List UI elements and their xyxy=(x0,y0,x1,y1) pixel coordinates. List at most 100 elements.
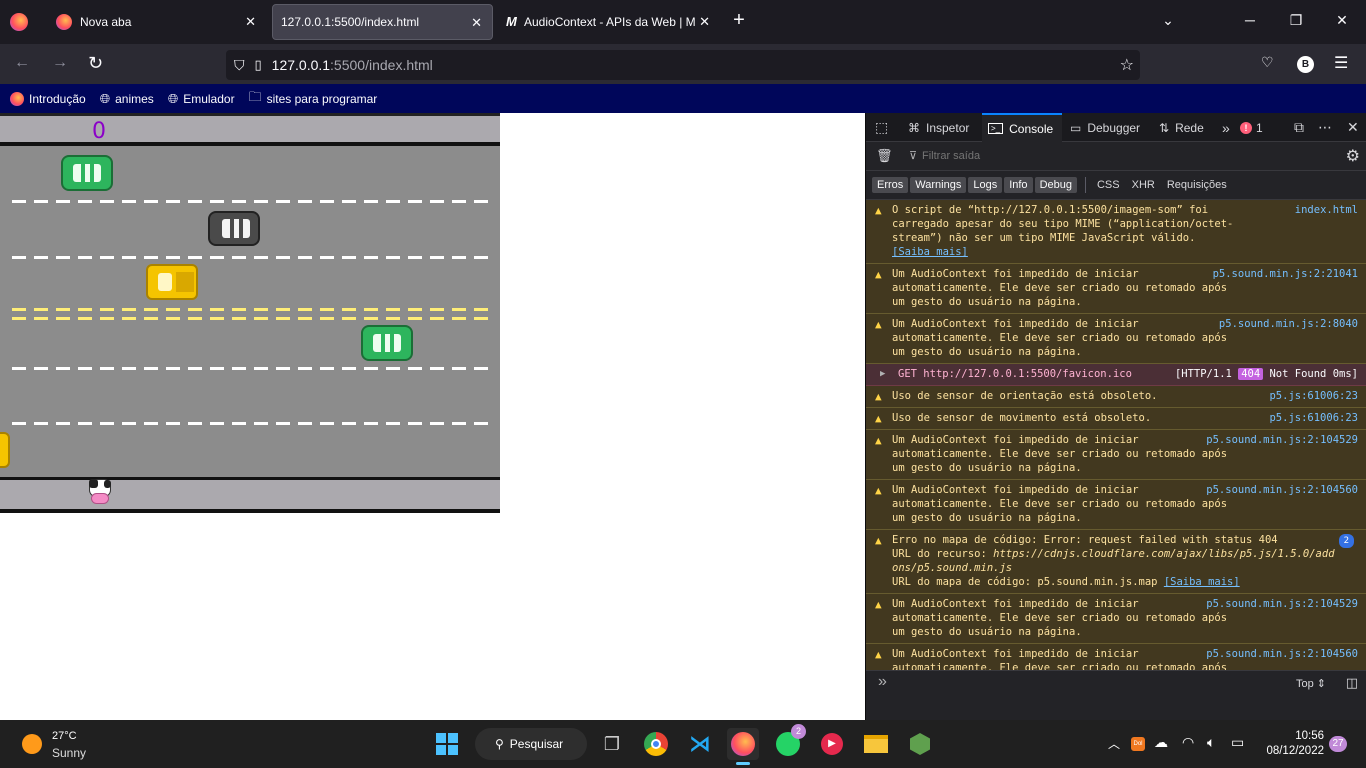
settings-gear-icon[interactable]: ⚙ xyxy=(1346,146,1360,166)
file-explorer-icon[interactable] xyxy=(860,728,892,760)
nodejs-icon[interactable] xyxy=(904,728,936,760)
game-canvas[interactable]: 0 xyxy=(0,113,500,513)
tab-nova-aba[interactable]: Nova aba ✕ xyxy=(44,4,266,40)
more-tabs-icon[interactable]: » xyxy=(1222,113,1230,142)
tab-rede[interactable]: ⇅ Rede xyxy=(1159,113,1204,142)
close-tab-icon[interactable]: ✕ xyxy=(699,14,710,30)
console-warning[interactable]: ▲ Um AudioContext foi impedido de inicia… xyxy=(866,430,1366,480)
trash-icon[interactable]: 🗑︎ xyxy=(876,148,893,164)
wifi-icon[interactable]: ◠ xyxy=(1182,734,1194,751)
bookmark-folder-sites[interactable]: 🗀 sites para programar xyxy=(249,88,378,110)
console-warning[interactable]: ▲ Um AudioContext foi impedido de inicia… xyxy=(866,594,1366,644)
message-source[interactable]: p5.sound.min.js:2:104529 xyxy=(1206,597,1358,611)
volume-icon[interactable]: 🔈︎ xyxy=(1207,734,1215,751)
weather-widget[interactable]: 27°C Sunny xyxy=(20,729,120,761)
filter-requisicoes[interactable]: Requisições xyxy=(1162,177,1232,193)
dock-icon[interactable]: ⧉ xyxy=(1294,113,1304,142)
editor-mode-icon[interactable]: ◫ xyxy=(1346,675,1358,691)
learn-more-link[interactable]: [Saiba mais] xyxy=(892,246,968,258)
filter-debug[interactable]: Debug xyxy=(1034,177,1077,193)
reload-icon[interactable]: ↻ xyxy=(88,53,103,74)
console-warning[interactable]: ▲ Um AudioContext foi impedido de inicia… xyxy=(866,314,1366,364)
task-view-icon[interactable]: ❐ xyxy=(596,728,628,760)
pick-element-icon[interactable]: ⬚ xyxy=(875,119,888,136)
label: URL do recurso: xyxy=(892,548,994,560)
vscode-icon[interactable]: ⋊ xyxy=(684,728,716,760)
forward-arrow-icon[interactable]: → xyxy=(52,54,68,72)
network-request-row[interactable]: ▶ GET http://127.0.0.1:5500/favicon.ico … xyxy=(866,364,1366,386)
close-devtools-icon[interactable]: ✕ xyxy=(1347,113,1359,142)
filter-logs[interactable]: Logs xyxy=(968,177,1003,193)
message-source[interactable]: p5.sound.min.js:2:104560 xyxy=(1206,483,1358,497)
bookmark-emulador[interactable]: 🌐︎ Emulador xyxy=(168,91,235,107)
tab-index-html[interactable]: 127.0.0.1:5500/index.html ✕ xyxy=(272,4,493,40)
whatsapp-icon[interactable]: 2 xyxy=(772,724,806,760)
screen: Nova aba ✕ 127.0.0.1:5500/index.html ✕ M… xyxy=(0,0,1366,768)
bookmark-label: animes xyxy=(115,91,154,106)
learn-more-link[interactable]: [Saiba mais] xyxy=(1164,576,1240,588)
context-selector[interactable]: Top ⇕ xyxy=(1296,677,1326,690)
firefox-icon[interactable] xyxy=(727,728,759,765)
filter-css[interactable]: CSS xyxy=(1092,177,1125,193)
message-source[interactable]: p5.sound.min.js:2:21041 xyxy=(1213,267,1358,281)
chrome-icon[interactable] xyxy=(640,728,672,760)
message-source[interactable]: p5.sound.min.js:2:104560 xyxy=(1206,647,1358,661)
expand-triangle-icon[interactable]: ▶ xyxy=(880,367,885,381)
close-window-button[interactable]: ✕ xyxy=(1332,12,1352,29)
message-source[interactable]: p5.sound.min.js:2:8040 xyxy=(1219,317,1358,331)
filter-info[interactable]: Info xyxy=(1004,177,1033,193)
filter-input[interactable] xyxy=(922,147,1122,165)
page-info-icon[interactable]: ▯ xyxy=(255,57,262,73)
bookmark-star-icon[interactable]: ☆ xyxy=(1120,55,1134,75)
console-warning[interactable]: ▲ Um AudioContext foi impedido de inicia… xyxy=(866,644,1366,670)
clock[interactable]: 10:56 08/12/2022 xyxy=(1262,729,1324,759)
filter-erros[interactable]: Erros xyxy=(872,177,909,193)
notification-badge[interactable]: 27 xyxy=(1329,736,1347,752)
maximize-button[interactable]: ❐ xyxy=(1286,12,1306,29)
close-tab-icon[interactable]: ✕ xyxy=(471,15,482,31)
message-source[interactable]: p5.sound.min.js:2:104529 xyxy=(1206,433,1358,447)
console-sourcemap-warning[interactable]: ▲ Erro no mapa de código: Error: request… xyxy=(866,530,1366,594)
url-bar[interactable]: ⛉ ▯ 127.0.0.1:5500/index.html ☆ xyxy=(226,50,1140,80)
console-input[interactable]: » Top ⇕ ◫ xyxy=(866,670,1366,720)
menu-icon[interactable]: ☰ xyxy=(1334,53,1348,73)
tab-debugger[interactable]: ▭ Debugger xyxy=(1070,113,1140,142)
media-player-icon[interactable]: ▶ xyxy=(816,728,848,760)
pocket-icon[interactable]: ♡ xyxy=(1261,54,1274,71)
search-box[interactable]: ⚲ Pesquisar xyxy=(475,728,587,760)
start-windows-icon[interactable] xyxy=(431,728,463,760)
bookmark-introducao[interactable]: Introdução xyxy=(10,91,86,106)
console-warning[interactable]: ▲ Uso de sensor de movimento está obsole… xyxy=(866,408,1366,430)
filter-xhr[interactable]: XHR xyxy=(1127,177,1160,193)
back-arrow-icon[interactable]: ← xyxy=(14,54,30,72)
console-warning[interactable]: ▲ Um AudioContext foi impedido de inicia… xyxy=(866,480,1366,530)
tab-inspetor[interactable]: ⌘ Inspetor xyxy=(908,113,969,142)
console-warning[interactable]: ▲ Um AudioContext foi impedido de inicia… xyxy=(866,264,1366,314)
minimize-button[interactable]: ─ xyxy=(1240,12,1260,28)
filter-warnings[interactable]: Warnings xyxy=(910,177,967,193)
battery-icon[interactable]: ▭ xyxy=(1231,734,1244,751)
message-source[interactable]: p5.js:61006:23 xyxy=(1269,411,1358,425)
tab-label: Rede xyxy=(1175,120,1204,135)
tab-console[interactable]: >_ Console xyxy=(982,113,1062,142)
shield-icon[interactable]: ⛉ xyxy=(234,57,245,74)
chevron-up-icon[interactable]: ︿ xyxy=(1108,735,1120,752)
message-source[interactable]: index.html xyxy=(1295,203,1358,217)
firefox-view-icon[interactable] xyxy=(10,13,28,31)
new-tab-button[interactable]: + xyxy=(729,9,749,32)
firefox-icon xyxy=(56,14,72,30)
console-output[interactable]: ▲ O script de “http://127.0.0.1:5500/ima… xyxy=(866,200,1366,670)
close-tab-icon[interactable]: ✕ xyxy=(245,14,256,30)
more-options-icon[interactable]: ⋯ xyxy=(1318,113,1332,142)
onedrive-icon[interactable]: ☁ xyxy=(1154,734,1168,751)
message-source[interactable]: p5.js:61006:23 xyxy=(1269,389,1358,403)
tab-title: AudioContext - APIs da Web | M xyxy=(524,15,696,29)
account-avatar[interactable]: B xyxy=(1297,56,1314,73)
console-warning[interactable]: ▲ Uso de sensor de orientação está obsol… xyxy=(866,386,1366,408)
bookmark-animes[interactable]: 🌐︎ animes xyxy=(100,91,154,107)
error-count-badge[interactable]: ! 1 xyxy=(1240,113,1263,142)
tab-audiocontext[interactable]: M AudioContext - APIs da Web | M ✕ xyxy=(496,4,716,40)
dol-tray-icon[interactable]: Dol xyxy=(1131,737,1145,751)
console-warning[interactable]: ▲ O script de “http://127.0.0.1:5500/ima… xyxy=(866,200,1366,264)
list-tabs-chevron-icon[interactable]: ⌄ xyxy=(1158,12,1178,29)
